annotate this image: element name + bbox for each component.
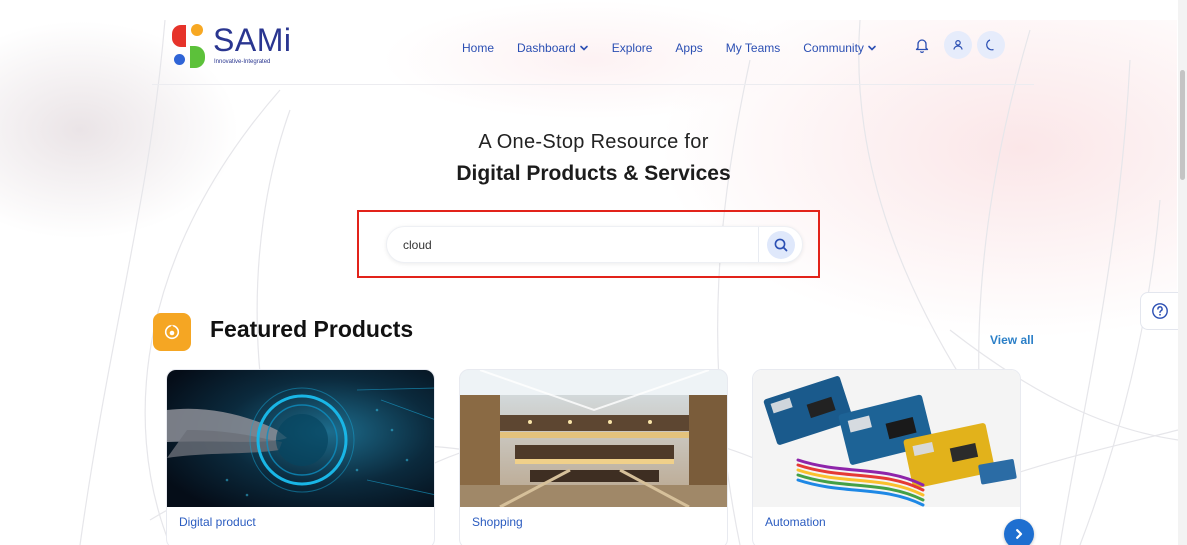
main-nav: Home Dashboard Explore Apps My Teams Com…	[462, 37, 900, 59]
nav-apps-label: Apps	[675, 41, 703, 55]
bell-icon[interactable]	[912, 35, 932, 55]
nav-my-teams[interactable]: My Teams	[726, 41, 780, 55]
nav-dashboard[interactable]: Dashboard	[517, 41, 589, 55]
logo-mark-green	[190, 46, 205, 68]
view-all-link[interactable]: View all	[990, 333, 1034, 347]
user-button[interactable]	[944, 31, 972, 59]
nav-community-label: Community	[803, 41, 864, 55]
product-card-label: Digital product	[179, 515, 256, 529]
5g-hand-image	[167, 370, 434, 507]
featured-products-title: Featured Products	[210, 316, 414, 342]
scrollbar-thumb[interactable]	[1180, 70, 1185, 180]
nav-home-label: Home	[462, 41, 495, 55]
site-header: SAMi Innovative-Integrated Home Dashboar…	[152, 10, 1034, 85]
search-input[interactable]	[403, 227, 753, 262]
logo-mark-red	[172, 25, 186, 47]
product-card-label: Automation	[765, 515, 826, 529]
search-icon	[774, 238, 787, 251]
nav-explore-label: Explore	[611, 41, 653, 55]
circuit-boards-image	[753, 370, 1020, 507]
nav-my-teams-label: My Teams	[725, 41, 781, 55]
chevron-right-icon	[1016, 529, 1023, 539]
user-icon	[953, 40, 963, 50]
search-bar	[386, 226, 803, 263]
help-button[interactable]	[1140, 292, 1180, 330]
product-card-shopping[interactable]: Shopping	[459, 369, 728, 545]
logo[interactable]: SAMi Innovative-Integrated	[172, 22, 322, 74]
featured-badge-icon	[164, 324, 180, 340]
search-button-ring	[766, 230, 795, 259]
hero-subtitle: A One-Stop Resource for	[478, 131, 709, 153]
nav-home[interactable]: Home	[462, 41, 494, 55]
product-card-label: Shopping	[472, 515, 523, 529]
chevron-down-icon	[579, 45, 588, 51]
nav-dashboard-label: Dashboard	[517, 41, 576, 55]
nav-community[interactable]: Community	[803, 41, 877, 55]
nav-apps[interactable]: Apps	[675, 41, 702, 55]
logo-mark-orange	[191, 24, 203, 36]
carousel-next-button[interactable]	[1004, 519, 1034, 545]
moon-icon	[986, 39, 994, 51]
logo-tagline: Innovative-Integrated	[214, 59, 271, 65]
hero-title: Digital Products & Services	[456, 162, 731, 185]
shopping-mall-image	[460, 370, 727, 507]
logo-wordmark: SAMi	[213, 22, 292, 58]
product-card-automation[interactable]: Automation	[752, 369, 1021, 545]
chevron-down-icon	[868, 45, 876, 51]
search-button[interactable]	[758, 227, 802, 262]
logo-mark-blue	[174, 54, 185, 65]
header-actions	[912, 31, 1010, 59]
help-icon	[1152, 303, 1168, 319]
nav-explore[interactable]: Explore	[612, 41, 653, 55]
theme-toggle-button[interactable]	[977, 31, 1005, 59]
featured-products-icon	[153, 313, 191, 351]
product-card-digital[interactable]: Digital product	[166, 369, 435, 545]
